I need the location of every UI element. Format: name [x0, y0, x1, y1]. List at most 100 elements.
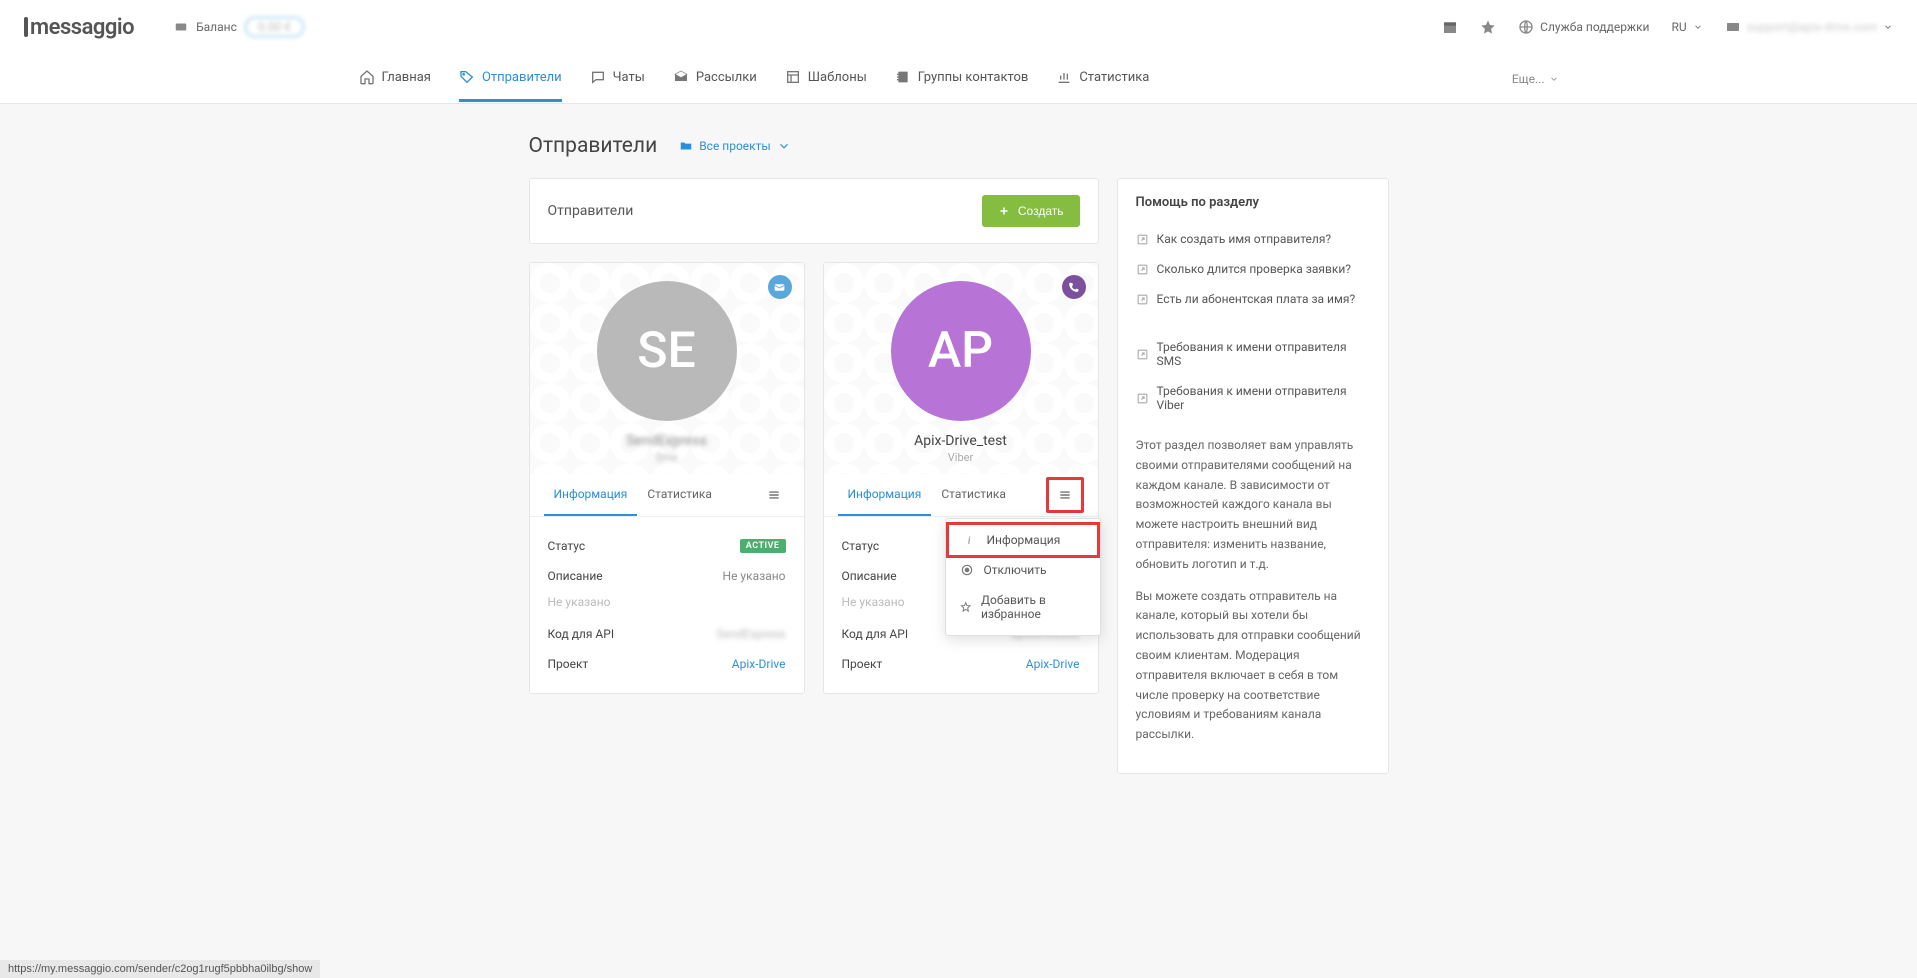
project-label: Проект — [548, 657, 589, 671]
template-icon — [785, 69, 801, 85]
nav-senders[interactable]: Отправители — [459, 55, 562, 102]
nav-templates[interactable]: Шаблоны — [785, 55, 867, 102]
navbar: Главная Отправители Чаты Рассылки Шаблон… — [0, 54, 1917, 104]
support-link[interactable]: Служба поддержки — [1518, 19, 1649, 35]
nav-more-label: Еще... — [1512, 72, 1545, 86]
tab-stats[interactable]: Статистика — [637, 474, 722, 516]
nav-label: Шаблоны — [808, 70, 867, 85]
card-menu-button[interactable] — [758, 480, 790, 510]
create-button[interactable]: Создать — [982, 195, 1080, 227]
nav-home[interactable]: Главная — [359, 55, 431, 102]
projects-dropdown[interactable]: Все проекты — [679, 139, 791, 153]
dd-info[interactable]: i Информация — [946, 522, 1100, 558]
help-link[interactable]: Сколько длится проверка заявки? — [1136, 254, 1370, 284]
chevron-down-icon — [1693, 22, 1703, 32]
sender-channel: Sms — [542, 451, 792, 464]
star-icon[interactable] — [1480, 19, 1496, 35]
desc-text: Не указано — [548, 591, 786, 619]
chevron-down-icon — [1549, 74, 1559, 84]
external-icon — [1136, 348, 1149, 361]
tab-info[interactable]: Информация — [838, 474, 932, 516]
topbar: messaggio Баланс 0.00 € Служба поддержки… — [0, 0, 1917, 54]
nav-label: Чаты — [613, 70, 645, 85]
wallet-icon — [174, 20, 188, 34]
menu-icon — [766, 488, 782, 502]
user-email: support@apix-drive.com — [1747, 20, 1877, 34]
tag-icon — [459, 69, 475, 85]
chat-icon — [590, 69, 606, 85]
desc-value: Не указано — [723, 569, 786, 583]
nav-label: Отправители — [482, 70, 562, 85]
desc-label: Описание — [842, 569, 897, 583]
help-description: Этот раздел позволяет вам управлять свои… — [1136, 436, 1370, 745]
project-link[interactable]: Apix-Drive — [732, 657, 786, 671]
dd-disable[interactable]: Отключить — [946, 555, 1100, 585]
balance-label: Баланс — [196, 20, 237, 34]
channel-badge-sms — [768, 275, 792, 299]
page-header: Отправители Все проекты — [529, 134, 1389, 158]
help-link-text: Сколько длится проверка заявки? — [1157, 262, 1351, 276]
sender-name: Apix-Drive_test — [836, 433, 1086, 449]
external-icon — [1136, 293, 1149, 306]
desc-label: Описание — [548, 569, 603, 583]
help-p2: Вы можете создать отправитель на канале,… — [1136, 587, 1370, 745]
senders-panel: Отправители Создать — [529, 178, 1099, 244]
projects-label: Все проекты — [699, 139, 771, 153]
dd-info-label: Информация — [987, 533, 1061, 547]
help-title: Помощь по разделу — [1136, 195, 1370, 210]
sender-channel: Viber — [836, 451, 1086, 464]
create-label: Создать — [1018, 204, 1064, 218]
inbox-icon — [673, 69, 689, 85]
nav-contacts[interactable]: Группы контактов — [895, 55, 1029, 102]
channel-badge-viber — [1062, 275, 1086, 299]
nav-chats[interactable]: Чаты — [590, 55, 645, 102]
help-panel: Помощь по разделу Как создать имя отправ… — [1117, 178, 1389, 774]
nav-campaigns[interactable]: Рассылки — [673, 55, 757, 102]
dd-favorite[interactable]: Добавить в избранное — [946, 585, 1100, 629]
api-label: Код для API — [548, 627, 615, 641]
star-outline-icon — [960, 600, 971, 614]
info-icon: i — [963, 533, 977, 547]
project-link[interactable]: Apix-Drive — [1026, 657, 1080, 671]
nav-stats[interactable]: Статистика — [1056, 55, 1149, 102]
nav-label: Главная — [382, 70, 431, 85]
avatar: AP — [891, 281, 1031, 421]
home-icon — [359, 69, 375, 85]
api-value: SendExpress — [716, 627, 785, 641]
help-link-text: Есть ли абонентская плата за имя? — [1157, 292, 1356, 306]
balance-value: 0.00 € — [245, 17, 304, 37]
chevron-down-icon — [777, 139, 791, 153]
avatar: SE — [597, 281, 737, 421]
nav-label: Группы контактов — [918, 70, 1029, 85]
page-title: Отправители — [529, 134, 658, 158]
tab-info[interactable]: Информация — [544, 474, 638, 516]
chevron-down-icon — [1883, 22, 1893, 32]
panel-title: Отправители — [548, 203, 634, 219]
status-label: Статус — [548, 539, 586, 553]
card-dropdown-menu: i Информация Отключить Добавить в избран… — [945, 518, 1101, 636]
calendar-icon[interactable] — [1442, 19, 1458, 35]
sender-card: AP Apix-Drive_test Viber Информация Стат… — [823, 262, 1099, 694]
folder-icon — [679, 139, 693, 153]
balance[interactable]: Баланс 0.00 € — [174, 17, 304, 37]
lang-selector[interactable]: RU — [1672, 20, 1703, 34]
help-link[interactable]: Требования к имени отправителя Viber — [1136, 376, 1370, 420]
contacts-icon — [895, 69, 911, 85]
api-label: Код для API — [842, 627, 909, 641]
logo[interactable]: messaggio — [24, 15, 134, 40]
globe-icon — [1518, 19, 1534, 35]
help-p1: Этот раздел позволяет вам управлять свои… — [1136, 436, 1370, 575]
help-link[interactable]: Есть ли абонентская плата за имя? — [1136, 284, 1370, 314]
stats-icon — [1056, 69, 1072, 85]
user-menu[interactable]: support@apix-drive.com — [1725, 19, 1893, 35]
envelope-icon — [773, 281, 786, 294]
card-menu-button[interactable] — [1046, 477, 1084, 513]
help-link[interactable]: Требования к имени отправителя SMS — [1136, 332, 1370, 376]
disable-icon — [960, 563, 974, 577]
nav-more[interactable]: Еще... — [1512, 72, 1559, 86]
help-link[interactable]: Как создать имя отправителя? — [1136, 224, 1370, 254]
sender-card: SE SendExpress Sms Информация Статистика — [529, 262, 805, 694]
tab-stats[interactable]: Статистика — [931, 474, 1016, 516]
svg-text:i: i — [967, 536, 970, 547]
lang-label: RU — [1672, 20, 1687, 34]
